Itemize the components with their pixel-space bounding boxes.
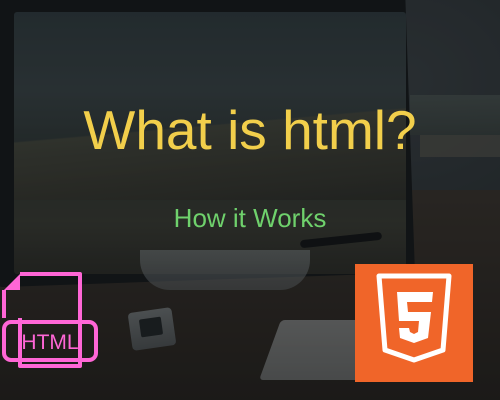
headline-text: What is html? [83, 99, 417, 161]
banner-image: What is html? How it Works HTML [0, 0, 500, 400]
subheadline-text: How it Works [173, 203, 327, 233]
html5-logo-icon [355, 264, 473, 382]
file-icon-label: HTML [21, 331, 78, 354]
html-file-icon: HTML [2, 272, 98, 368]
